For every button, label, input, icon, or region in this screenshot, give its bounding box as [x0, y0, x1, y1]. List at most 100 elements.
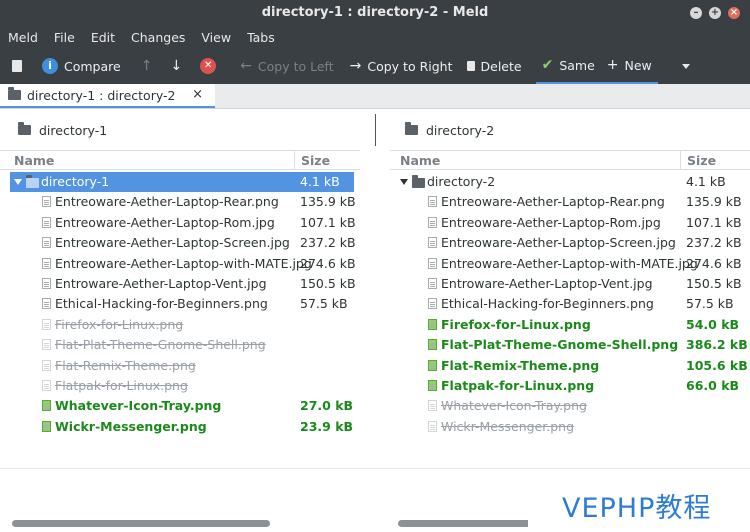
menu-edit[interactable]: Edit [83, 30, 123, 45]
left-row-size: 135.9 kB [300, 194, 356, 210]
previous-change-button[interactable]: ↑ [135, 48, 159, 84]
menu-meld[interactable]: Meld [0, 30, 46, 45]
new-label: New [624, 57, 652, 73]
left-file-row[interactable]: Ethical-Hacking-for-Beginners.png 57.5 kB [10, 294, 354, 314]
left-folder-row[interactable]: directory-1 4.1 kB [10, 172, 354, 192]
left-row-size: 107.1 kB [300, 214, 356, 230]
right-row-size: 150.5 kB [686, 276, 742, 291]
close-button[interactable]: × [728, 7, 740, 19]
right-file-row[interactable]: Flat-Plat-Theme-Gnome-Shell.png 386.2 kB [396, 335, 748, 355]
left-row-name: Whatever-Icon-Tray.png [55, 398, 222, 414]
column-separator[interactable] [294, 151, 295, 169]
right-file-row[interactable]: Entroware-Aether-Laptop-Vent.jpg 150.5 kB [396, 274, 746, 294]
copy-to-left-label: Copy to Left [257, 58, 334, 74]
left-file-row[interactable]: Entroware-Aether-Laptop-Vent.jpg 150.5 kB [10, 274, 356, 294]
left-file-row[interactable]: Flat-Remix-Theme.png [10, 356, 354, 376]
filter-new-toggle[interactable]: + New [600, 48, 658, 84]
tab-comparison[interactable]: directory-1 : directory-2 × [0, 84, 215, 108]
menu-view[interactable]: View [193, 30, 239, 45]
file-icon [42, 237, 51, 249]
column-separator[interactable] [680, 151, 681, 169]
pane-divider[interactable] [375, 114, 376, 146]
next-change-button[interactable]: ↓ [164, 48, 188, 84]
left-file-row[interactable]: Entreoware-Aether-Laptop-with-MATE.jpg 27… [10, 254, 356, 274]
right-row-size: 386.2 kB [686, 337, 748, 353]
left-file-row[interactable]: Flat-Plat-Theme-Gnome-Shell.png [10, 335, 354, 355]
right-path-bar[interactable]: directory-2 [405, 116, 494, 144]
compare-label: Compare [64, 58, 121, 74]
file-icon [428, 237, 437, 249]
right-file-row[interactable]: Flat-Remix-Theme.png 105.6 kB [396, 356, 748, 376]
file-icon [428, 420, 437, 432]
left-row-name: Firefox-for-Linux.png [55, 316, 184, 332]
right-file-row[interactable]: Entreoware-Aether-Laptop-Screen.jpg 237.2… [396, 233, 746, 253]
arrow-left-icon: ← [240, 58, 252, 74]
file-icon [428, 298, 437, 310]
left-row-name: Flat-Remix-Theme.png [55, 357, 196, 373]
compare-button[interactable]: i Compare [36, 48, 127, 84]
copy-to-left-button[interactable]: ← Copy to Left [234, 48, 339, 84]
toolbar: i Compare ↑ ↓ ✕ ← Copy to Left → Copy to… [0, 48, 750, 84]
right-file-row[interactable]: Entreoware-Aether-Laptop-Rom.jpg 107.1 kB [396, 213, 746, 233]
file-icon [428, 359, 437, 371]
window-controls: – + × [690, 7, 740, 19]
right-file-row[interactable]: Entreoware-Aether-Laptop-Rear.png 135.9 k… [396, 192, 746, 212]
left-row-name: Entroware-Aether-Laptop-Vent.jpg [55, 276, 267, 291]
delete-button[interactable]: Delete [461, 48, 528, 84]
title-bar: directory-1 : directory-2 - Meld – + × [0, 0, 750, 26]
left-row-name: Entreoware-Aether-Laptop-Screen.jpg [55, 235, 290, 251]
more-options-button[interactable] [676, 48, 696, 84]
menu-tabs[interactable]: Tabs [239, 30, 283, 45]
left-file-row[interactable]: Entreoware-Aether-Laptop-Rom.jpg 107.1 kB [10, 213, 356, 233]
stop-button[interactable]: ✕ [194, 48, 222, 84]
left-name-column-header[interactable]: Name [14, 153, 54, 168]
expander-icon[interactable] [14, 179, 22, 185]
expander-icon[interactable] [400, 179, 408, 185]
left-file-row[interactable]: Entreoware-Aether-Laptop-Screen.jpg 237.2… [10, 233, 356, 253]
left-file-row[interactable]: Whatever-Icon-Tray.png 27.0 kB [10, 396, 354, 416]
left-horizontal-scrollbar[interactable] [12, 520, 270, 527]
right-horizontal-scrollbar[interactable] [398, 520, 548, 527]
left-size-column-header[interactable]: Size [301, 153, 330, 168]
left-file-row[interactable]: Flatpak-for-Linux.png [10, 376, 354, 396]
left-path-bar[interactable]: directory-1 [18, 116, 107, 144]
info-icon: i [42, 58, 58, 74]
file-icon [428, 196, 437, 208]
right-row-name: directory-2 [427, 174, 496, 189]
menu-changes[interactable]: Changes [123, 30, 193, 45]
right-row-name: Entreoware-Aether-Laptop-Rom.jpg [441, 214, 661, 230]
left-row-name: Entreoware-Aether-Laptop-with-MATE.jpg [55, 255, 312, 271]
right-row-size: 237.2 kB [686, 235, 742, 251]
right-row-name: Entreoware-Aether-Laptop-Rear.png [441, 194, 665, 210]
right-row-size: 135.9 kB [686, 194, 742, 210]
folder-icon [18, 122, 31, 135]
right-file-row[interactable]: Wickr-Messenger.png [396, 417, 746, 437]
right-file-row[interactable]: Firefox-for-Linux.png 54.0 kB [396, 315, 746, 335]
right-name-column-header[interactable]: Name [400, 153, 440, 168]
left-file-row[interactable]: Firefox-for-Linux.png [10, 315, 354, 335]
left-row-name: Wickr-Messenger.png [55, 418, 207, 434]
right-file-row[interactable]: Flatpak-for-Linux.png 66.0 kB [396, 376, 746, 396]
left-file-row[interactable]: Entreoware-Aether-Laptop-Rear.png 135.9 k… [10, 192, 356, 212]
right-file-row[interactable]: Ethical-Hacking-for-Beginners.png 57.5 kB [396, 294, 746, 314]
menu-bar: Meld File Edit Changes View Tabs [0, 26, 750, 48]
new-comparison-button[interactable] [0, 48, 28, 84]
menu-file[interactable]: File [46, 30, 83, 45]
left-column-header: Name Size [0, 150, 360, 170]
right-file-row[interactable]: Whatever-Icon-Tray.png [396, 396, 746, 416]
arrow-down-icon: ↓ [170, 58, 183, 74]
right-file-row[interactable]: Entreoware-Aether-Laptop-with-MATE.jpg 27… [396, 254, 746, 274]
watermark-text: VEPHP教程 [562, 493, 712, 524]
copy-to-right-button[interactable]: → Copy to Right [344, 48, 459, 84]
tab-close-icon[interactable]: × [192, 87, 203, 102]
right-folder-row[interactable]: directory-2 4.1 kB [396, 172, 746, 192]
maximize-button[interactable]: + [709, 7, 721, 19]
right-row-name: Entroware-Aether-Laptop-Vent.jpg [441, 276, 653, 291]
tab-label: directory-1 : directory-2 [27, 87, 176, 103]
file-icon [428, 216, 437, 228]
right-row-name: Firefox-for-Linux.png [441, 316, 591, 332]
left-file-row[interactable]: Wickr-Messenger.png 23.9 kB [10, 417, 354, 437]
right-size-column-header[interactable]: Size [687, 153, 716, 168]
minimize-button[interactable]: – [690, 7, 702, 19]
filter-same-toggle[interactable]: ✔ Same [535, 48, 601, 84]
